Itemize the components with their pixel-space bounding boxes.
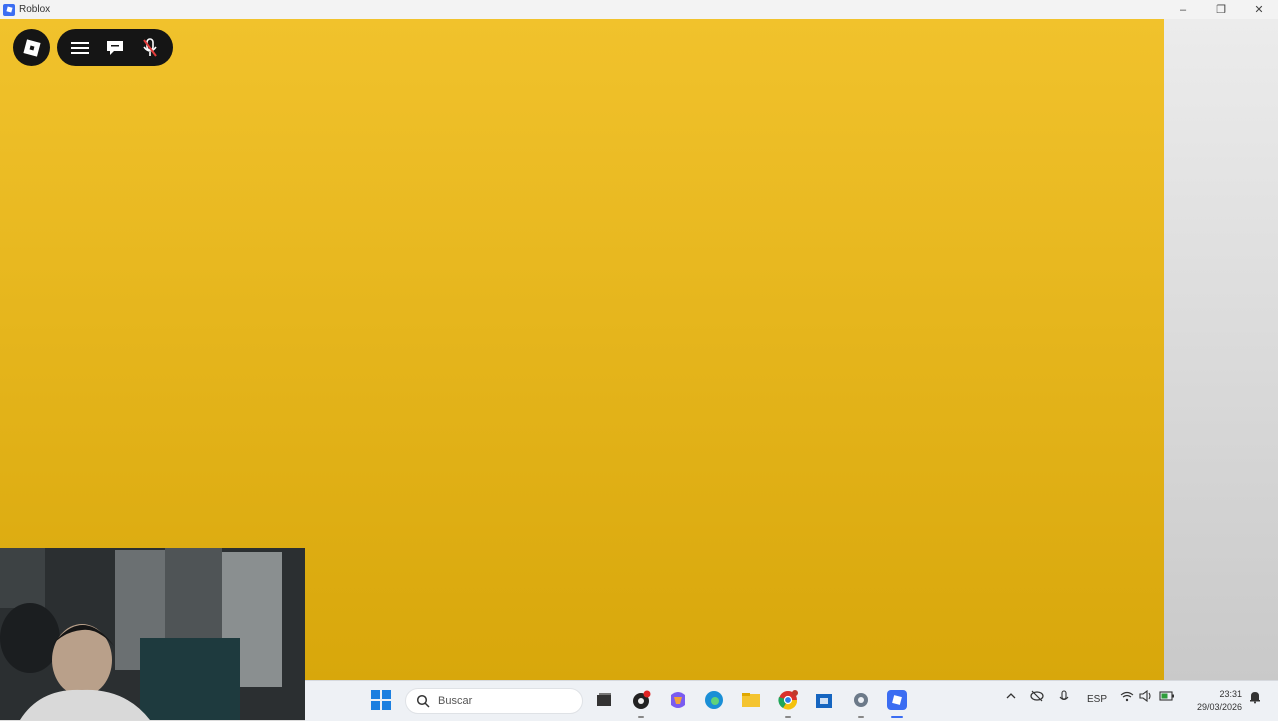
close-button[interactable]: ✕: [1240, 0, 1278, 19]
clock-time: 23:31: [1219, 689, 1242, 699]
running-indicator: [858, 716, 864, 718]
copilot-icon[interactable]: [667, 689, 689, 711]
window-title: Roblox: [19, 4, 51, 15]
microphone-icon[interactable]: [1059, 690, 1069, 707]
clock-date: 29/03/2026: [1196, 702, 1242, 712]
chat-bubble-icon[interactable]: [102, 35, 128, 61]
window-controls: – ❐ ✕: [1164, 0, 1278, 19]
window-side-area: [1164, 19, 1278, 680]
windows-taskbar: Buscar ESP 23:31 29/03/2026: [305, 680, 1278, 721]
running-indicator: [638, 716, 644, 718]
active-indicator: [891, 716, 903, 718]
store-icon[interactable]: [813, 689, 835, 711]
wifi-icon[interactable]: [1120, 690, 1134, 705]
maximize-button[interactable]: ❐: [1202, 0, 1240, 19]
roblox-menu-logo-button[interactable]: [13, 29, 50, 66]
search-placeholder: Buscar: [438, 695, 473, 707]
notification-icon[interactable]: [1249, 690, 1261, 707]
roblox-icon[interactable]: [887, 690, 907, 710]
window-title-bar: Roblox – ❐ ✕: [0, 0, 1278, 19]
chrome-icon[interactable]: [777, 689, 799, 711]
settings-icon[interactable]: [850, 689, 872, 711]
windows-logo-icon: [371, 690, 391, 710]
roblox-topbar-controls: [57, 29, 173, 66]
start-button[interactable]: [371, 690, 391, 710]
roblox-logo-icon: [22, 38, 41, 57]
battery-icon[interactable]: [1159, 690, 1175, 705]
camera-off-icon[interactable]: [1030, 690, 1044, 705]
microphone-muted-icon[interactable]: [137, 35, 163, 61]
chevron-up-icon[interactable]: [1005, 690, 1017, 705]
taskbar-search-box[interactable]: Buscar: [405, 688, 583, 714]
task-view-icon[interactable]: [593, 689, 615, 711]
file-explorer-icon[interactable]: [740, 689, 762, 711]
language-indicator[interactable]: ESP: [1087, 694, 1107, 705]
roblox-app-icon: [3, 3, 15, 16]
minimize-button[interactable]: –: [1164, 0, 1202, 19]
media-app-icon[interactable]: [630, 689, 652, 711]
hamburger-menu-icon[interactable]: [67, 35, 93, 61]
edge-icon[interactable]: [703, 689, 725, 711]
running-indicator: [785, 716, 791, 718]
taskbar-clock[interactable]: 23:31 29/03/2026: [1197, 688, 1242, 714]
webcam-overlay: [0, 548, 305, 720]
search-icon: [416, 694, 430, 708]
volume-icon[interactable]: [1139, 689, 1153, 705]
